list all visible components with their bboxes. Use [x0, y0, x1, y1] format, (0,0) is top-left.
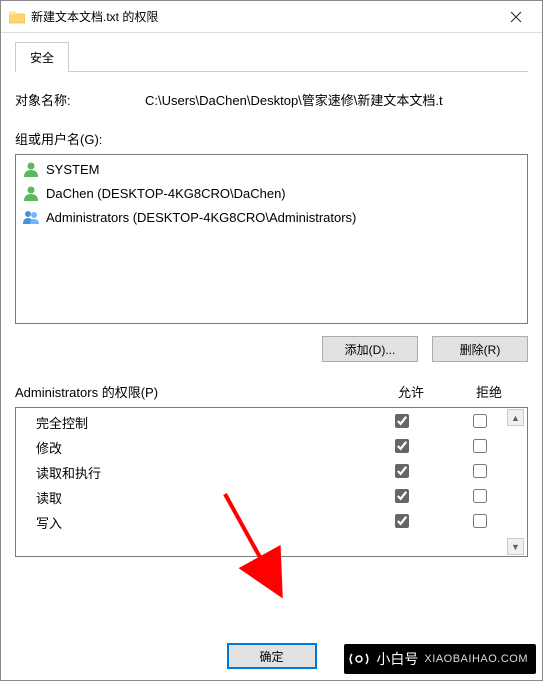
- watermark-badge: 小白号 XIAOBAIHAO.COM: [344, 644, 536, 674]
- permissions-dialog: 新建文本文档.txt 的权限 安全 对象名称: C:\Users\DaChen\…: [0, 0, 543, 681]
- watermark-logo-icon: [348, 648, 370, 670]
- user-icon: [22, 160, 40, 178]
- watermark-domain: XIAOBAIHAO.COM: [424, 653, 528, 665]
- deny-checkbox[interactable]: [473, 414, 487, 428]
- user-name: DaChen (DESKTOP-4KG8CRO\DaChen): [46, 186, 286, 201]
- user-list-item[interactable]: DaChen (DESKTOP-4KG8CRO\DaChen): [18, 181, 525, 205]
- dialog-content: 安全 对象名称: C:\Users\DaChen\Desktop\管家速修\新建…: [1, 33, 542, 632]
- ok-button[interactable]: 确定: [227, 643, 317, 669]
- allow-checkbox[interactable]: [395, 514, 409, 528]
- user-list[interactable]: SYSTEM DaChen (DESKTOP-4KG8CRO\DaChen) Adm…: [15, 154, 528, 324]
- allow-checkbox[interactable]: [395, 489, 409, 503]
- deny-checkbox[interactable]: [473, 439, 487, 453]
- permissions-header: Administrators 的权限(P) 允许 拒绝: [15, 382, 528, 401]
- watermark-brand: 小白号: [376, 649, 418, 669]
- folder-icon: [9, 10, 25, 24]
- allow-checkbox[interactable]: [395, 414, 409, 428]
- permission-row: 修改: [16, 435, 527, 460]
- permission-name: 读取: [24, 488, 363, 507]
- object-name-label: 对象名称:: [15, 90, 145, 109]
- user-list-item[interactable]: Administrators (DESKTOP-4KG8CRO\Administ…: [18, 205, 525, 229]
- add-button[interactable]: 添加(D)...: [322, 336, 418, 362]
- scroll-up-icon[interactable]: ▲: [507, 409, 524, 426]
- permission-row: 写入: [16, 510, 527, 535]
- allow-checkbox[interactable]: [395, 464, 409, 478]
- close-button[interactable]: [494, 2, 538, 32]
- deny-checkbox[interactable]: [473, 489, 487, 503]
- window-title: 新建文本文档.txt 的权限: [31, 8, 494, 25]
- deny-checkbox[interactable]: [473, 514, 487, 528]
- tab-strip: 安全: [15, 41, 528, 72]
- user-buttons-row: 添加(D)... 删除(R): [15, 336, 528, 362]
- user-list-item[interactable]: SYSTEM: [18, 157, 525, 181]
- deny-header: 拒绝: [450, 382, 528, 401]
- object-name-value: C:\Users\DaChen\Desktop\管家速修\新建文本文档.t: [145, 90, 528, 109]
- permission-name: 读取和执行: [24, 463, 363, 482]
- permission-row: 完全控制: [16, 410, 527, 435]
- tab-security[interactable]: 安全: [15, 42, 69, 72]
- permission-name: 写入: [24, 513, 363, 532]
- permission-row: 读取和执行: [16, 460, 527, 485]
- deny-checkbox[interactable]: [473, 464, 487, 478]
- permissions-label: Administrators 的权限(P): [15, 382, 372, 401]
- scroll-down-icon[interactable]: ▼: [507, 538, 524, 555]
- user-name: Administrators (DESKTOP-4KG8CRO\Administ…: [46, 210, 356, 225]
- user-icon: [22, 208, 40, 226]
- dialog-footer: 确定 小白号 XIAOBAIHAO.COM: [1, 632, 542, 680]
- allow-header: 允许: [372, 382, 450, 401]
- remove-button[interactable]: 删除(R): [432, 336, 528, 362]
- user-name: SYSTEM: [46, 162, 99, 177]
- permissions-list: 完全控制修改读取和执行读取写入: [15, 407, 528, 557]
- allow-checkbox[interactable]: [395, 439, 409, 453]
- permission-name: 完全控制: [24, 413, 363, 432]
- groups-label: 组或用户名(G):: [15, 129, 528, 148]
- permission-row: 读取: [16, 485, 527, 510]
- titlebar: 新建文本文档.txt 的权限: [1, 1, 542, 33]
- permission-name: 修改: [24, 438, 363, 457]
- user-icon: [22, 184, 40, 202]
- object-name-row: 对象名称: C:\Users\DaChen\Desktop\管家速修\新建文本文…: [15, 90, 528, 109]
